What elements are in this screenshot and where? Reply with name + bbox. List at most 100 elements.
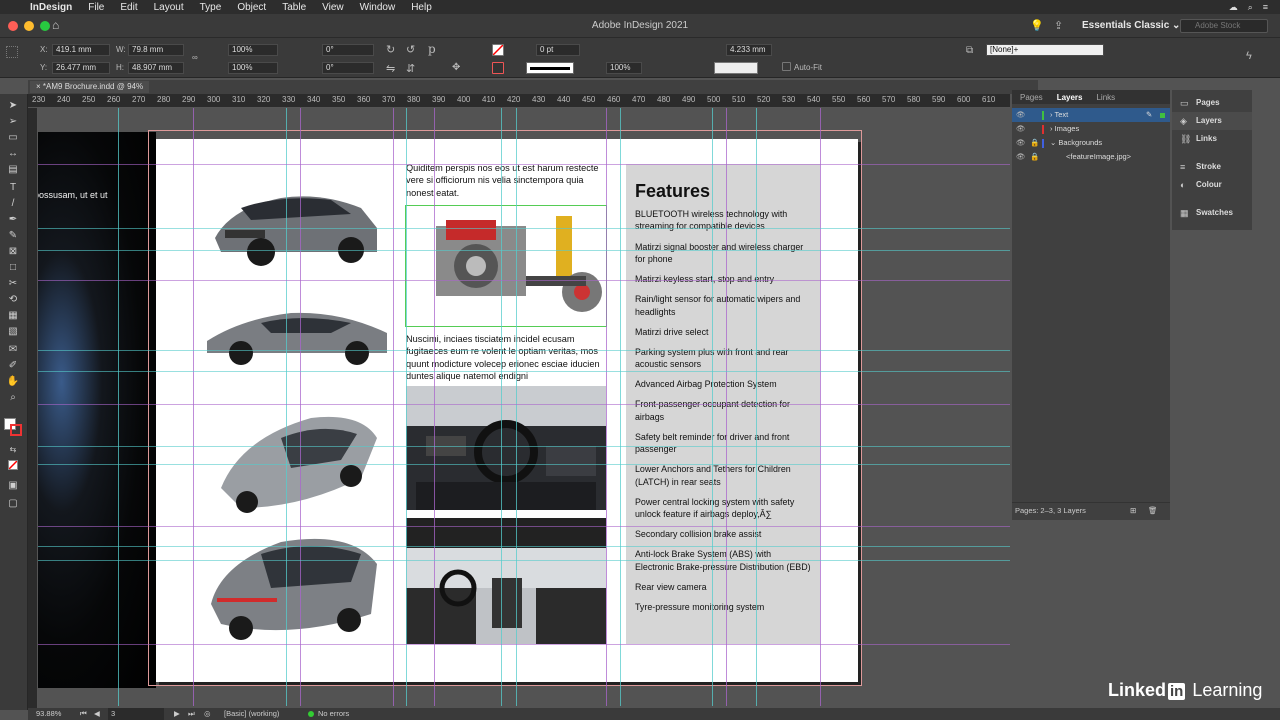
tab-layers[interactable]: Layers [1057,93,1083,102]
stock-search-input[interactable]: Adobe Stock [1180,19,1268,33]
stroke-swatch[interactable] [492,62,504,74]
document-tab[interactable]: × *AM9 Brochure.indd @ 94% [30,81,150,93]
screen-mode-icon[interactable]: ▣ [6,480,20,492]
selection-indicator[interactable] [1160,113,1165,118]
last-page-icon[interactable]: ⏭ [188,708,195,720]
menu-object[interactable]: Object [229,2,274,13]
pencil-tool-icon[interactable]: ✎ [6,230,20,242]
document-canvas[interactable]: possusam, ut et ut Quiditem perspis nos … [38,108,1010,706]
car-side-image[interactable] [201,293,393,373]
close-tab-icon[interactable]: × [36,82,43,91]
x-field[interactable]: 419.1 mm [52,44,110,56]
swatches-panel-button[interactable]: ▦ Swatches [1172,204,1252,222]
preview-mode-icon[interactable]: ▢ [6,498,20,510]
creative-cloud-icon[interactable]: ☁ [1229,2,1238,13]
layer-row-text[interactable]: 👁 › Text ✎ [1012,108,1170,122]
stroke-weight-field[interactable]: 0 pt [536,44,580,56]
object-style-dropdown[interactable]: [None]+ [986,44,1104,56]
car-top-front-image[interactable] [201,398,393,520]
page-tool-icon[interactable]: ▭ [6,132,20,144]
engine-image[interactable] [405,205,607,327]
scale-y-field[interactable]: 100% [228,62,278,74]
free-transform-tool-icon[interactable]: ⟲ [6,294,20,306]
top-text-frame[interactable]: Quiditem perspis nos eos ut est harum re… [406,162,606,199]
stroke-color-swatch[interactable] [10,424,22,436]
menu-layout[interactable]: Layout [146,2,192,13]
swap-colors-icon[interactable]: ⇆ [6,444,20,456]
rotate-cw-icon[interactable]: ↻ [386,43,395,56]
tab-pages[interactable]: Pages [1020,93,1043,102]
hand-tool-icon[interactable]: ✋ [6,376,20,388]
stroke-type-dropdown[interactable] [526,62,574,74]
gradient-feather-tool-icon[interactable]: ▧ [6,326,20,338]
rotate-ccw-icon[interactable]: ↺ [406,43,415,56]
menu-type[interactable]: Type [192,2,230,13]
rectangle-tool-icon[interactable]: □ [6,262,20,274]
page-view-icon[interactable]: ◎ [204,708,211,720]
menu-view[interactable]: View [314,2,352,13]
path-type-icon[interactable]: p [428,42,436,56]
menu-app[interactable]: InDesign [28,2,80,13]
preflight-profile[interactable]: [Basic] (working) [224,708,279,720]
flip-vertical-icon[interactable]: ⇵ [406,62,415,75]
direct-selection-tool-icon[interactable]: ➢ [6,116,20,128]
share-icon[interactable]: ⇪ [1054,19,1063,32]
delete-layer-icon[interactable]: 🗑 [1148,503,1158,519]
reference-point-icon[interactable] [6,46,18,58]
layer-row-backgrounds[interactable]: 👁 🔒 ⌄ Backgrounds [1012,136,1170,150]
zoom-tool-icon[interactable]: ⌕ [6,392,20,404]
shear-field[interactable]: 0° [322,62,374,74]
fill-swatch[interactable] [492,44,504,56]
control-center-icon[interactable]: ≡ [1263,2,1268,13]
menu-help[interactable]: Help [403,2,440,13]
previous-page-icon[interactable]: ◀ [94,708,100,720]
eyedropper-tool-icon[interactable]: ✐ [6,360,20,372]
pages-panel-button[interactable]: ▭ Pages [1172,94,1252,112]
lightning-icon[interactable]: ϟ [1246,50,1252,62]
scissors-tool-icon[interactable]: ✂ [6,278,20,290]
note-tool-icon[interactable]: ✉ [6,344,20,356]
menu-edit[interactable]: Edit [112,2,145,13]
zoom-level[interactable]: 93.88% [36,708,61,720]
first-page-icon[interactable]: ⏮ [80,708,87,720]
lightbulb-icon[interactable]: 💡 [1030,19,1044,32]
flip-horizontal-icon[interactable]: ⇋ [386,62,395,75]
eye-icon[interactable]: 👁 [1016,108,1026,122]
interior-image[interactable] [406,518,606,644]
lock-icon[interactable]: 🔒 [1030,150,1039,164]
apply-none-icon[interactable] [8,460,18,470]
new-layer-icon[interactable]: ⊞ [1130,503,1136,519]
y-field[interactable]: 26.477 mm [52,62,110,74]
layer-row-featureimage[interactable]: 👁 🔒 <featureImage.jpg> [1012,150,1170,164]
select-content-icon[interactable]: ✥ [452,62,460,73]
gradient-tool-icon[interactable]: ▦ [6,310,20,322]
stroke-panel-button[interactable]: ≡ Stroke [1172,158,1252,176]
eye-icon[interactable]: 👁 [1016,136,1026,150]
h-field[interactable]: 48.907 mm [128,62,184,74]
layer-row-images[interactable]: 👁 › Images [1012,122,1170,136]
gutter-field[interactable]: 4.233 mm [726,44,772,56]
search-icon[interactable]: ⌕ [1248,2,1253,13]
menu-file[interactable]: File [80,2,112,13]
scale-x-field[interactable]: 100% [228,44,278,56]
gap-tool-icon[interactable]: ↔ [6,148,20,160]
w-field[interactable]: 79.8 mm [128,44,184,56]
eye-icon[interactable]: 👁 [1016,122,1026,136]
links-panel-button[interactable]: ⛓ Links [1172,130,1252,148]
menu-window[interactable]: Window [352,2,404,13]
preflight-status[interactable]: No errors [318,708,349,720]
next-page-icon[interactable]: ▶ [174,708,180,720]
tab-links[interactable]: Links [1096,93,1115,102]
constrain-proportions-icon[interactable]: ∞ [192,53,198,62]
page-number-field[interactable]: 3 [108,708,164,720]
selection-tool-icon[interactable]: ➤ [6,100,20,112]
line-tool-icon[interactable]: / [6,198,20,210]
workspace-switcher[interactable]: Essentials Classic ⌄ [1082,20,1180,31]
rectangle-frame-tool-icon[interactable]: ⊠ [6,246,20,258]
opacity-field[interactable]: 100% [606,62,642,74]
middle-text-frame[interactable]: Nuscimi, inciaes tisciatem incidel ecusa… [406,333,606,382]
lock-icon[interactable]: 🔒 [1030,136,1039,150]
eye-icon[interactable]: 👁 [1016,150,1026,164]
rotation-field[interactable]: 0° [322,44,374,56]
autofit-checkbox[interactable] [782,62,791,71]
